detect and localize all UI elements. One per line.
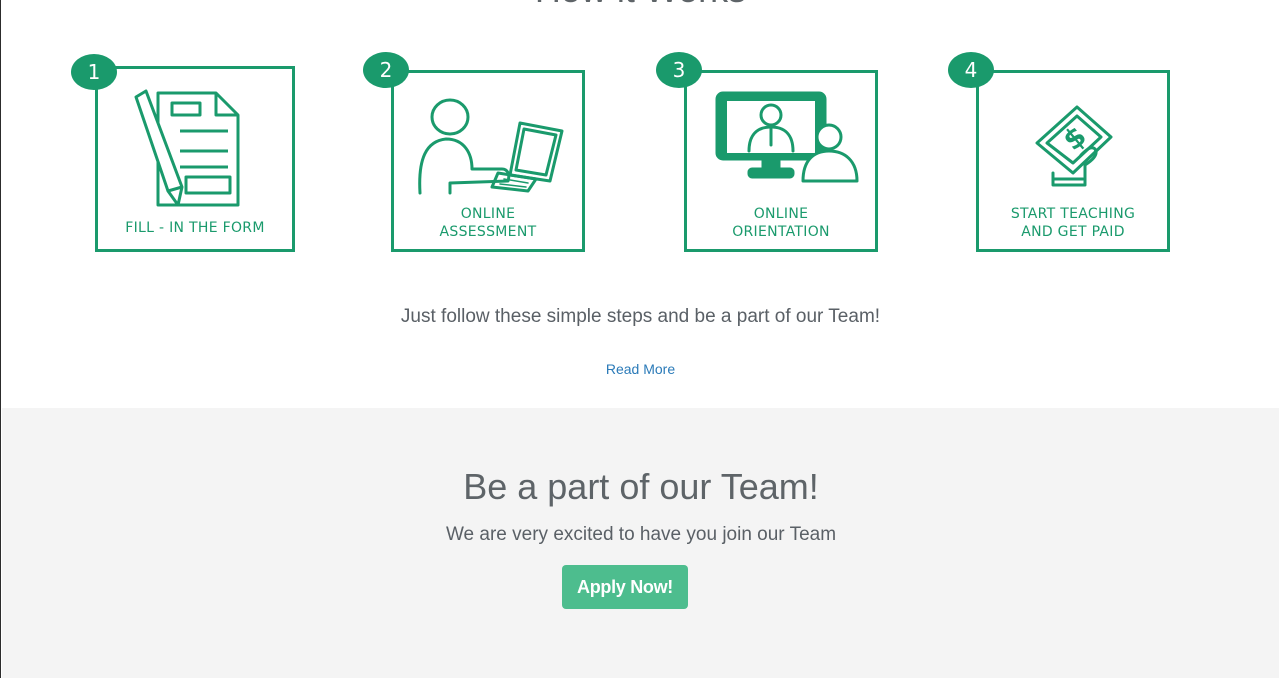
step-4-box: $ START TEACHING AND GET PAID: [976, 70, 1170, 252]
step-1-caption: FILL - IN THE FORM: [125, 220, 265, 236]
step-1-number: 1: [71, 54, 117, 90]
step-1: FILL - IN THE FORM 1: [71, 54, 295, 254]
step-4-caption-line2: AND GET PAID: [1021, 224, 1125, 240]
read-more-link[interactable]: Read More: [606, 361, 675, 377]
step-2-number: 2: [363, 52, 409, 88]
cta-section: Be a part of our Team! We are very excit…: [2, 408, 1279, 678]
section-title: How it Works: [1, 0, 1279, 11]
step-4: $ START TEACHING AND GET PAID 4: [948, 52, 1170, 252]
step-3-caption-line1: ONLINE: [753, 206, 809, 222]
apply-now-button[interactable]: Apply Now!: [562, 565, 688, 609]
step-2-box: ONLINE ASSESSMENT: [391, 70, 585, 252]
intro-text: Just follow these simple steps and be a …: [400, 306, 881, 327]
step-1-box: FILL - IN THE FORM: [95, 66, 295, 252]
cta-subtitle: We are very excited to have you join our…: [445, 524, 837, 545]
video-call-icon: [715, 91, 859, 183]
step-4-number: 4: [948, 52, 994, 88]
step-3-number: 3: [656, 52, 702, 88]
laptop-user-icon: [418, 98, 564, 195]
step-3: ONLINE ORIENTATION 3: [656, 52, 878, 252]
step-4-caption-line1: START TEACHING: [1010, 206, 1136, 222]
step-3-box: ONLINE ORIENTATION: [684, 70, 878, 252]
step-2: ONLINE ASSESSMENT 2: [363, 52, 585, 252]
form-icon: [134, 89, 240, 207]
step-2-caption-line1: ONLINE: [460, 206, 516, 222]
page: How it Works FILL: [0, 0, 1279, 678]
dollar-hand-icon: $: [1035, 105, 1113, 187]
cta-title: Be a part of our Team!: [463, 466, 819, 507]
step-2-caption-line2: ASSESSMENT: [439, 224, 537, 240]
read-more-container: Read More: [1, 361, 1279, 377]
step-3-caption-line2: ORIENTATION: [732, 224, 830, 240]
